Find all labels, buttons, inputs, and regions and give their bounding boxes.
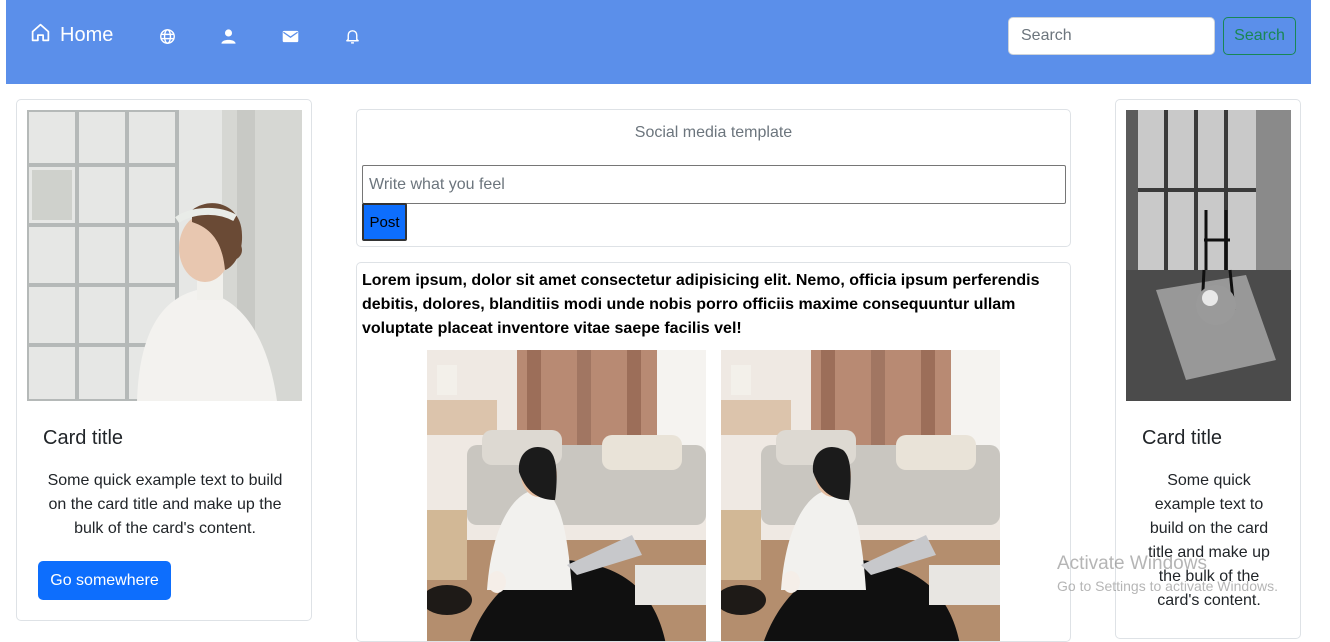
woman-by-window-photo [27,110,302,401]
left-card-title: Card title [43,427,124,449]
nav-home-label: Home [60,24,114,46]
right-card-text: Some quick example text to build on the … [1148,472,1270,609]
envelope-icon[interactable] [281,27,299,45]
home-icon [30,22,51,49]
post-input[interactable] [362,165,1066,204]
left-card: Card title Some quick example text to bu… [16,99,312,621]
search-button[interactable]: Search [1223,17,1296,55]
right-card-title: Card title [1142,427,1223,449]
left-card-text: Some quick example text to build on the … [47,472,283,537]
person-icon[interactable] [219,27,237,45]
globe-icon[interactable] [158,27,176,45]
post-button[interactable]: Post [362,203,407,241]
chair-room-bw-photo [1126,110,1291,401]
bell-icon[interactable] [343,27,361,45]
composer-heading: Social media template [634,124,793,141]
woman-laptop-photo [427,350,706,641]
post-composer: Social media template Post [356,109,1071,247]
right-card: Card title Some quick example text to bu… [1115,99,1301,639]
top-navbar: Home Search [6,0,1311,84]
go-somewhere-button[interactable]: Go somewhere [38,561,171,600]
search-input[interactable] [1008,17,1215,55]
feed-post: Lorem ipsum, dolor sit amet consectetur … [356,262,1071,642]
nav-home-link[interactable]: Home [30,22,113,49]
woman-laptop-photo [721,350,1000,641]
feed-post-text: Lorem ipsum, dolor sit amet consectetur … [362,272,1040,337]
